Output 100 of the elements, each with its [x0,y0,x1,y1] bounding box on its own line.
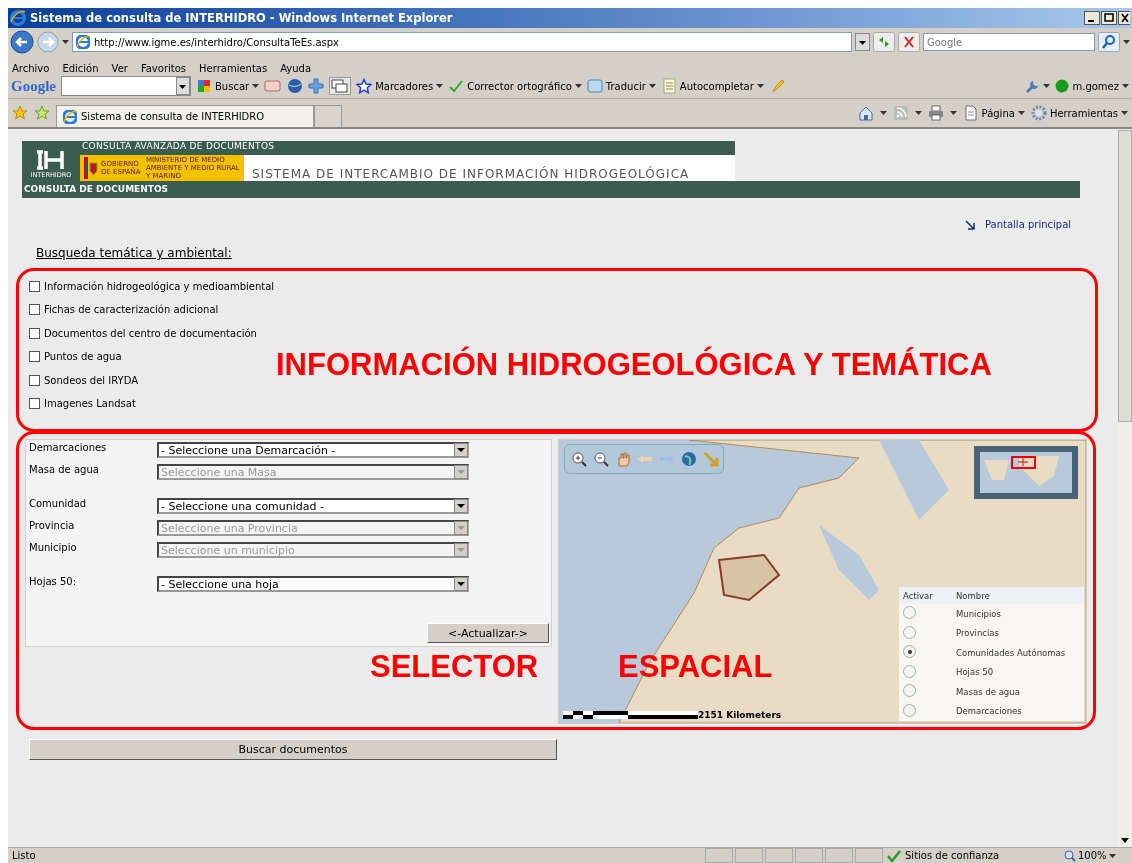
checkbox[interactable] [29,398,40,410]
zoom-in-icon[interactable] [571,451,587,467]
radio-button[interactable] [903,606,916,620]
menu-item[interactable]: Herramientas [199,63,268,74]
add-favorites-icon[interactable] [34,105,50,121]
caret-icon [436,84,444,88]
wrench-icon [1024,78,1041,94]
checkbox-label: Fichas de caracterización adicional [44,304,219,316]
address-field[interactable]: http://www.igme.es/interhidro/ConsultaTeEs.aspx [72,32,852,52]
checkbox-label: Sondeos del IRYDA [44,374,138,386]
field-label: Demarcaciones [29,442,108,455]
command-button[interactable]: Página [962,105,1025,121]
dropdown[interactable]: - Seleccione una hoja [157,576,469,592]
checkbox[interactable] [29,304,40,316]
toolbar-button[interactable]: Autocompletar [660,78,764,94]
dropdown-icon[interactable] [855,33,870,51]
caret-icon[interactable] [1123,40,1130,44]
account-button[interactable]: m.gomez [1055,79,1129,93]
scroll-thumb[interactable] [1118,129,1132,422]
gear-icon [1030,105,1047,121]
search-field[interactable]: Google [923,33,1095,51]
caret-icon[interactable] [879,111,887,115]
zoom-control[interactable]: 100% [1064,849,1132,862]
menu-item[interactable]: Archivo [12,63,50,74]
section-title: CONSULTA DE DOCUMENTOS [22,181,1080,198]
printer-icon[interactable] [927,105,944,121]
caret-icon[interactable] [62,40,69,44]
dropdown[interactable]: - Seleccione una Demarcación - [157,442,469,458]
document-icon [962,105,979,121]
checkbox[interactable] [29,374,40,386]
column-header: Nombre [955,590,990,601]
dropdown-icon[interactable] [176,77,190,95]
annotation-label: INFORMACIÓN HIDROGEOLÓGICA Y TEMÁTICA [276,347,992,383]
coat-of-arms-icon [84,157,98,179]
update-button[interactable]: <-Actualizar-> [427,623,549,643]
radio-button[interactable] [903,684,916,698]
home-icon[interactable] [857,105,874,121]
maximize-icon[interactable] [1101,11,1117,25]
command-button[interactable]: Herramientas [1030,105,1128,121]
dropdown[interactable]: - Seleccione una comunidad - [157,498,469,514]
scale-label: 2151 Kilometers [698,710,782,720]
tiles-icon [196,78,212,94]
page-icon [63,109,77,124]
checkbox-label: Puntos de agua [44,351,122,363]
favorites-star-icon[interactable] [12,105,28,121]
system-title: SISTEMA DE INTERCAMBIO DE INFORMACIÓN HIDROGEOLÓGICA [251,165,691,181]
radio-button[interactable] [903,625,916,639]
toolbar-button[interactable]: Traducir [586,78,656,94]
caret-icon [574,84,582,88]
caret-icon [252,84,260,88]
radio-button[interactable] [903,645,916,659]
toolbar-button[interactable]: Corrector ortográfico [448,78,582,94]
toolbar-button[interactable]: Marcadores [356,78,444,94]
checkbox[interactable] [29,351,40,363]
close-icon[interactable] [1118,11,1130,25]
field-label: Provincia [29,520,76,533]
caret-icon [1121,111,1128,115]
zoom-out-icon[interactable] [593,451,609,467]
radio-button[interactable] [903,703,916,717]
globe-icon[interactable] [287,78,304,94]
status-text: Listo [11,850,36,861]
menu-item[interactable]: Ayuda [280,63,312,74]
back-icon[interactable] [10,30,34,54]
new-tab-button[interactable] [314,104,342,128]
scrollbar[interactable] [1118,129,1132,847]
column-header: Activar [902,590,934,601]
search-icon[interactable] [1098,32,1120,52]
browser-tab[interactable]: Sistema de consulta de INTERHIDRO [56,104,314,128]
hand-icon[interactable] [615,451,631,467]
field-label: Municipio [29,542,78,555]
caret-icon [1108,853,1116,858]
layer-name: Masas de agua [956,686,1020,697]
window-icon[interactable] [329,77,352,95]
menu-item[interactable]: Favoritos [140,63,187,74]
caret-icon [648,84,656,88]
toolbar-button[interactable]: Buscar [196,78,260,94]
checkbox-label: Documentos del centro de documentación [44,327,257,339]
caret-icon [1043,84,1051,88]
checkmark-icon [887,849,901,862]
globe-icon[interactable] [681,451,697,467]
checkbox[interactable] [29,280,40,292]
search-button[interactable]: Buscar documentos [29,739,557,760]
search-field[interactable] [61,76,191,96]
checkbox[interactable] [29,327,40,339]
caret-icon [756,84,764,88]
banner-title: CONSULTA AVANZADA DE DOCUMENTOS [81,141,276,153]
plus-icon[interactable] [308,78,325,94]
status-dot-icon [1055,79,1070,93]
menu-item[interactable]: Edición [62,63,99,74]
minimize-icon[interactable] [1084,11,1100,25]
dropdown: Seleccione una Provincia [157,520,469,536]
caret-icon[interactable] [949,111,957,115]
stop-icon[interactable] [898,32,920,52]
settings-button[interactable] [1024,78,1051,94]
radio-button[interactable] [903,664,916,678]
layer-name: Provincias [956,628,999,639]
menu-item[interactable]: Ver [111,63,128,74]
caret-icon[interactable] [914,111,922,115]
google-logo: Google [11,77,56,95]
home-link[interactable]: Pantalla principal [965,219,1072,230]
